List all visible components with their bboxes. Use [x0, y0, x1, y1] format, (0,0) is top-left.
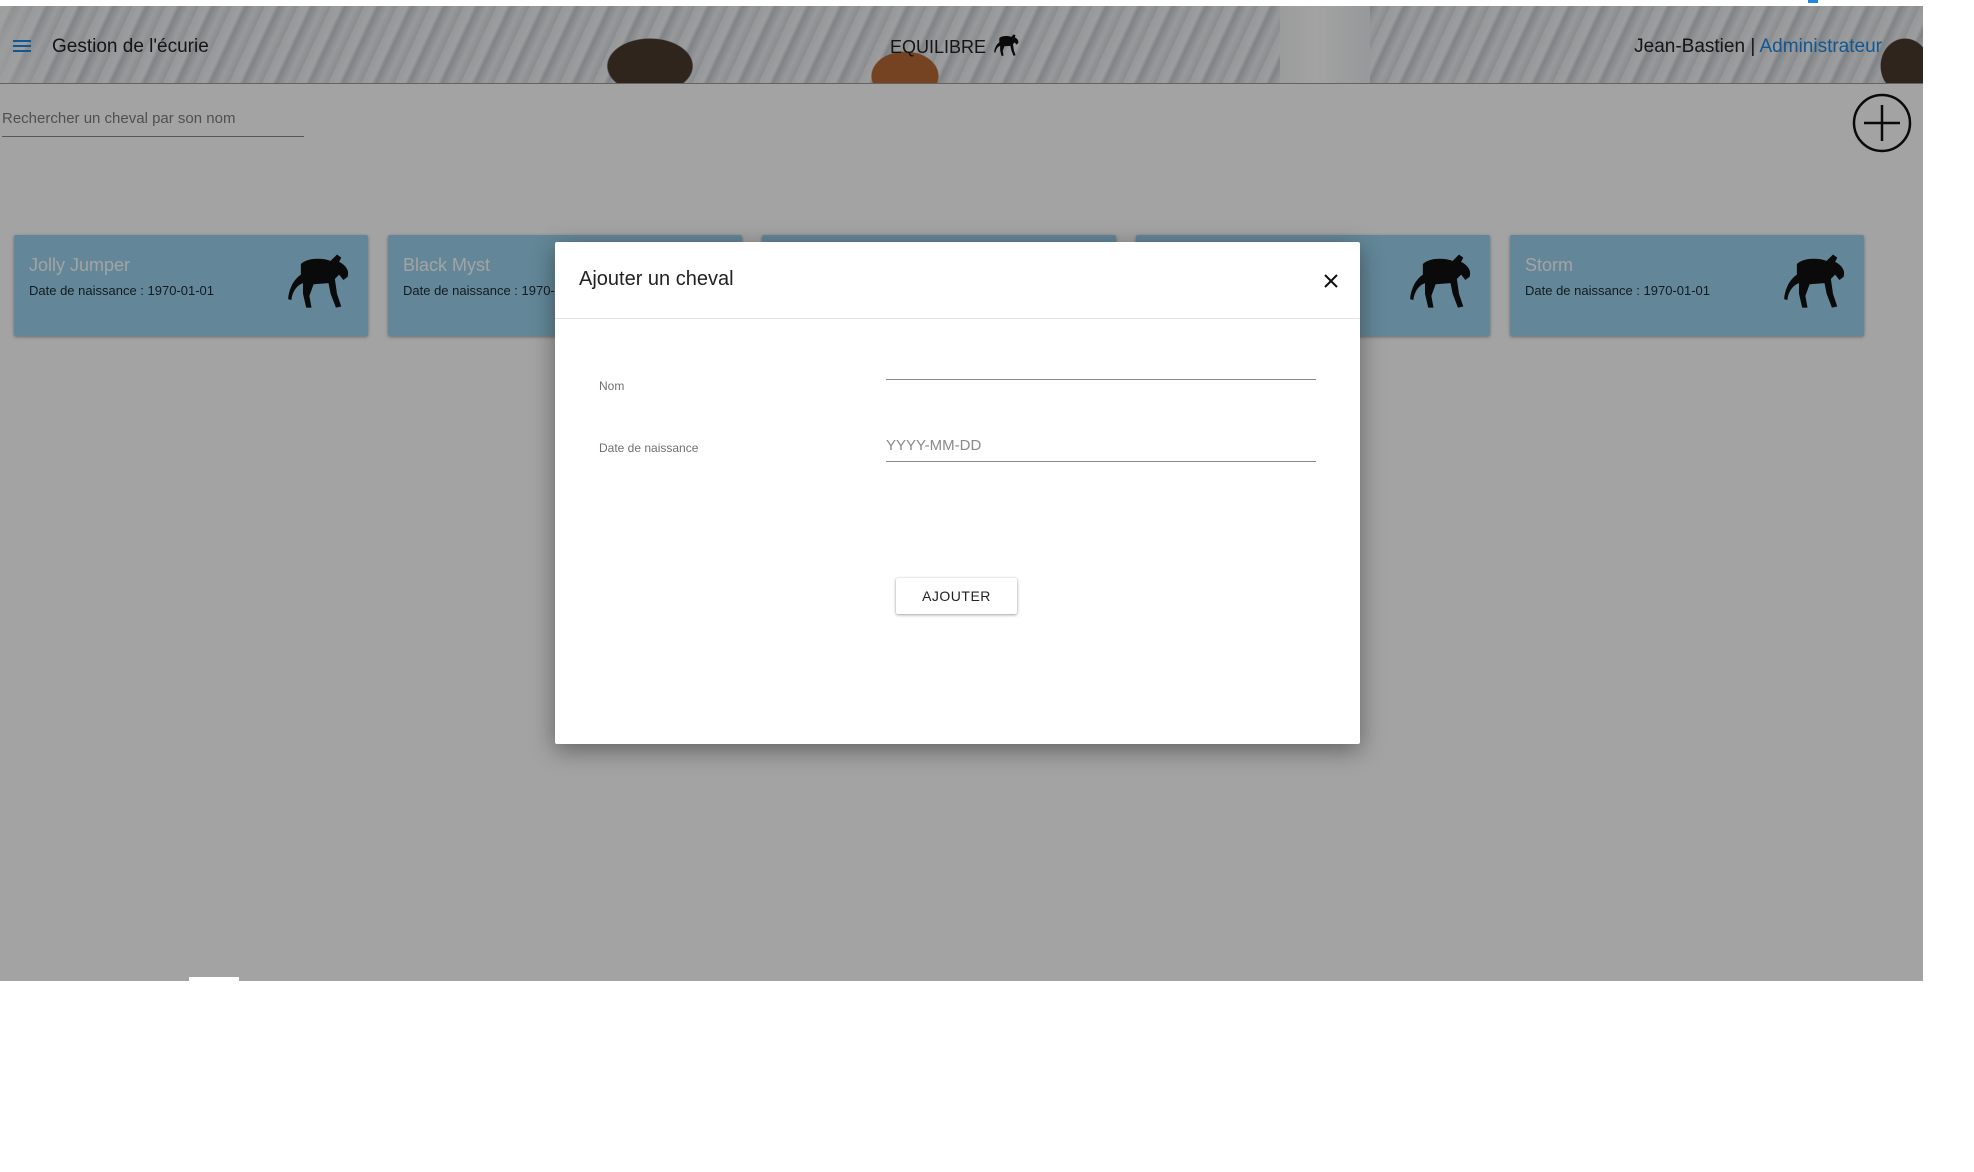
close-icon[interactable] [1318, 268, 1344, 294]
scroll-indicator [1808, 0, 1818, 3]
dialog-header: Ajouter un cheval [555, 242, 1360, 319]
name-label: Nom [599, 379, 625, 393]
add-button[interactable]: AJOUTER [896, 578, 1017, 614]
dialog-title: Ajouter un cheval [579, 268, 734, 290]
divider [189, 977, 239, 981]
app: Gestion de l'écurie EQUILIBRE Jean-Basti… [0, 6, 1923, 981]
add-horse-dialog: Ajouter un cheval Nom Date de naissance … [555, 242, 1360, 744]
dob-input[interactable] [886, 437, 1316, 454]
dob-field[interactable] [886, 435, 1316, 462]
name-field[interactable] [886, 353, 1316, 380]
dob-label: Date de naissance [599, 441, 699, 455]
name-input[interactable] [886, 355, 1316, 372]
